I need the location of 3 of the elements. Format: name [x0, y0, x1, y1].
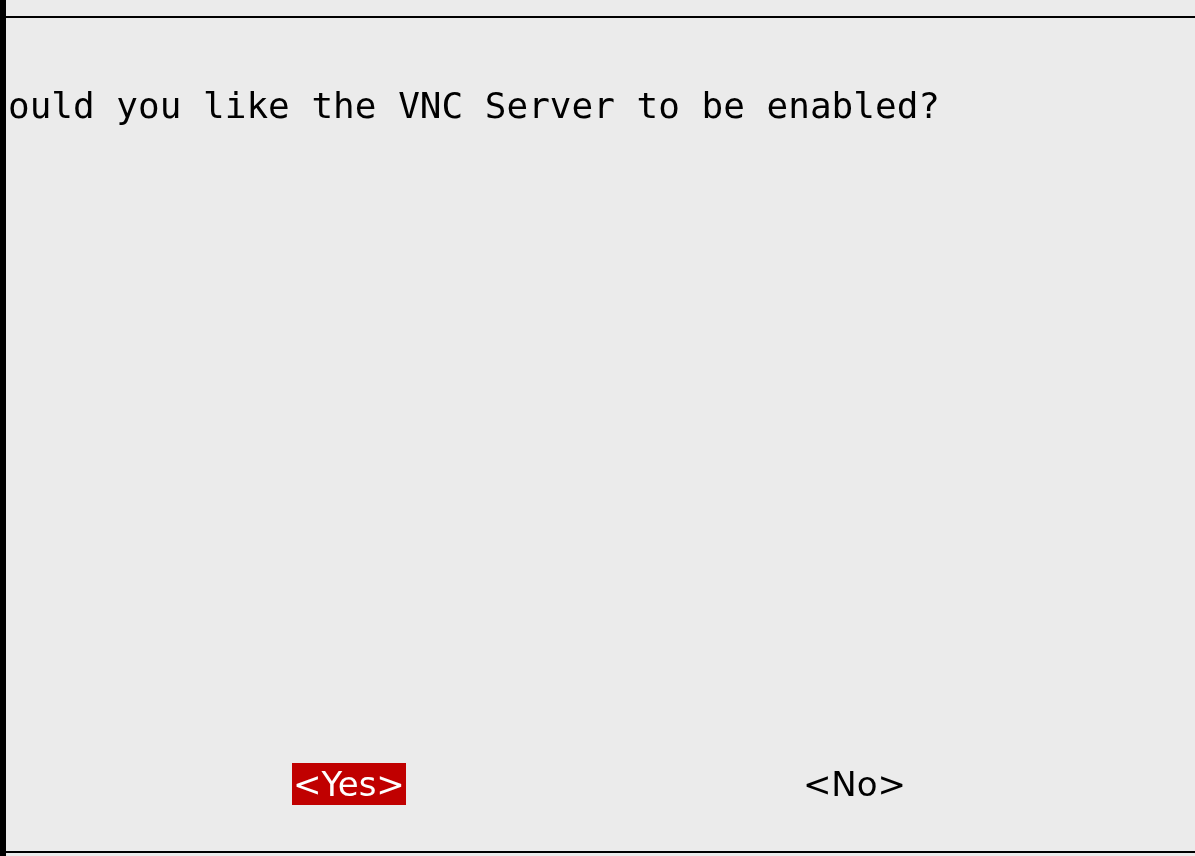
dialog-message: ould you like the VNC Server to be enabled? — [8, 86, 940, 126]
dialog-button[interactable]: <No> — [801, 763, 908, 805]
dialog-button[interactable]: <Yes> — [292, 763, 406, 805]
